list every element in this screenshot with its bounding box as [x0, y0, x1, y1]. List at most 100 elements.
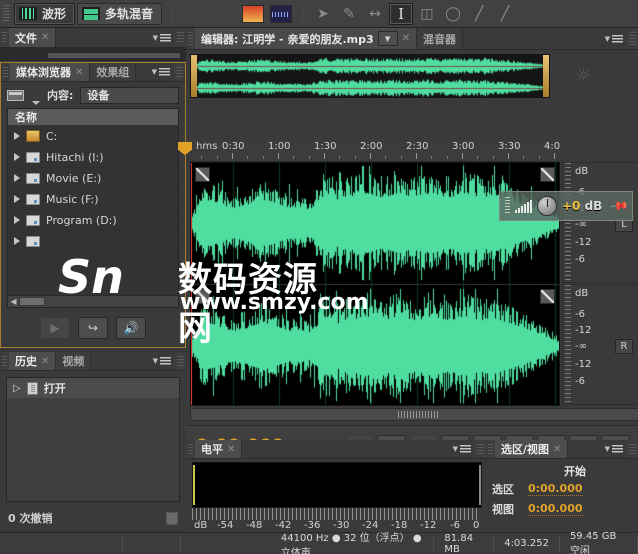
toolbar-grip[interactable]	[3, 4, 10, 23]
expand-channel-left-button[interactable]	[540, 167, 555, 182]
mode-waveform-button[interactable]: 波形	[14, 2, 76, 25]
media-browser-grip[interactable]	[3, 67, 8, 77]
import-button[interactable]: ↪	[78, 317, 108, 339]
close-icon[interactable]: ✕	[402, 33, 410, 44]
file-panel-scrollbar[interactable]	[48, 53, 180, 58]
expand-triangle-icon[interactable]	[14, 237, 20, 245]
pin-icon[interactable]: 📌	[609, 196, 629, 216]
db-scale-right: dB -6 -12 -∞ -12 -6 R	[562, 284, 638, 405]
spectral-pan-icon[interactable]	[270, 4, 293, 23]
close-icon[interactable]: ✕	[227, 444, 235, 455]
editor-right-grip[interactable]	[629, 32, 636, 45]
spectral-frequency-icon[interactable]	[242, 4, 265, 23]
tab-level[interactable]: 电平 ✕	[195, 440, 243, 458]
paintbrush-tool[interactable]: ╱	[467, 3, 491, 25]
panel-menu-button[interactable]: ▼	[453, 445, 471, 453]
razor-tool[interactable]: I	[389, 2, 414, 25]
expand-triangle-icon[interactable]	[14, 132, 20, 140]
expand-triangle-icon[interactable]	[14, 195, 20, 203]
waveform-overview[interactable]	[190, 54, 550, 98]
expand-triangle-icon[interactable]	[14, 153, 20, 161]
tab-selection-view[interactable]: 选区/视图 ✕	[495, 440, 569, 458]
chevron-down-icon[interactable]: ▼	[377, 31, 398, 46]
scrollbar-thumb[interactable]	[19, 297, 45, 306]
level-meter[interactable]	[192, 462, 482, 508]
eraser-tool[interactable]: ╱	[493, 3, 517, 25]
file-panel-right-grip[interactable]	[177, 32, 184, 43]
undo-count-label: 0 次撤销	[8, 512, 53, 525]
tab-media-browser[interactable]: 媒体浏览器 ✕	[10, 63, 91, 81]
channel-right-button[interactable]: R	[615, 339, 633, 354]
expand-channel-right-button[interactable]	[540, 289, 555, 304]
selection-right-grip[interactable]	[629, 444, 636, 454]
close-icon[interactable]: ✕	[41, 32, 49, 43]
list-item[interactable]: Program (D:)	[8, 210, 178, 231]
move-tool[interactable]: ➤	[311, 3, 335, 25]
history-list[interactable]: ▷ 打开	[6, 377, 180, 502]
selection-grip[interactable]	[488, 444, 493, 454]
view-start-field[interactable]: 0:00.000	[528, 502, 583, 516]
ruler-tick-minor	[216, 156, 218, 159]
tab-effects-rack[interactable]: 效果组	[90, 63, 137, 81]
zoom-out-full-icon[interactable]: ☼	[576, 66, 598, 86]
media-browser-hscrollbar[interactable]: ◀	[8, 295, 178, 307]
gain-hud[interactable]: +0 dB 📌	[499, 191, 633, 221]
scroll-left-icon[interactable]: ◀	[8, 296, 19, 307]
level-right-grip[interactable]	[477, 444, 484, 454]
marquee-tool[interactable]: ◫	[415, 3, 439, 25]
time-selection-tool[interactable]: ↔	[363, 3, 387, 25]
scrollbar-thumb-grip[interactable]	[398, 411, 438, 418]
expand-triangle-icon[interactable]	[14, 174, 20, 182]
tab-history[interactable]: 历史 ✕	[9, 352, 57, 370]
gain-knob-icon[interactable]	[537, 196, 557, 216]
tab-editor[interactable]: 编辑器: 江明学 - 亲爱的朋友.mp3 ▼ ✕	[195, 28, 418, 49]
timeline-ruler[interactable]: hms 0:30 1:00 1:30 2:00 2:30 3:00 3:30 4:0	[190, 140, 560, 162]
play-button[interactable]: ▶	[40, 317, 70, 339]
media-browser-right-grip[interactable]	[176, 67, 183, 77]
overview-handle-left[interactable]	[191, 55, 197, 97]
list-item[interactable]: Movie (E:)	[8, 168, 178, 189]
close-icon[interactable]: ✕	[553, 444, 561, 455]
history-grip[interactable]	[2, 356, 7, 366]
list-item[interactable]	[8, 231, 178, 252]
collapse-channel-right-button[interactable]	[195, 289, 210, 304]
expand-triangle-icon[interactable]	[14, 216, 20, 224]
trash-icon[interactable]	[166, 511, 178, 525]
ruler-tick-minor	[293, 156, 295, 159]
chevron-down-icon[interactable]	[32, 101, 40, 105]
slip-tool[interactable]: ✎	[337, 3, 361, 25]
panel-menu-button[interactable]: ▼	[605, 445, 623, 453]
list-item[interactable]: C:	[8, 126, 178, 147]
editor-grip[interactable]	[188, 32, 193, 45]
application-window: 波形 多轨混音 ➤ ✎ ↔ I ◫ ◯ ╱ ╱ 文件 ✕ ▼ 媒体浏览器 ✕ 效…	[0, 0, 638, 554]
hud-grip[interactable]	[505, 197, 510, 215]
selection-start-field[interactable]: 0:00.000	[528, 482, 583, 496]
lasso-tool[interactable]: ◯	[441, 3, 465, 25]
auto-play-button[interactable]: 🔊	[116, 317, 146, 339]
overview-handle-right[interactable]	[543, 55, 549, 97]
play-triangle-icon: ▷	[13, 382, 21, 394]
collapse-channel-left-button[interactable]	[195, 167, 210, 182]
waveform-hscrollbar[interactable]	[190, 408, 638, 421]
list-item[interactable]: Music (F:)	[8, 189, 178, 210]
view-mode-icon[interactable]	[7, 89, 24, 101]
content-select[interactable]: 设备	[80, 86, 179, 104]
panel-menu-button[interactable]: ▼	[152, 68, 170, 76]
level-grip[interactable]	[188, 444, 193, 454]
panel-menu-button[interactable]: ▼	[153, 357, 171, 365]
panel-menu-button[interactable]: ▼	[153, 33, 171, 42]
mode-multitrack-button[interactable]: 多轨混音	[77, 2, 163, 25]
ruler-tick	[462, 153, 463, 159]
history-right-grip[interactable]	[177, 356, 184, 366]
list-item[interactable]: Hitachi (I:)	[8, 147, 178, 168]
tab-file[interactable]: 文件 ✕	[9, 28, 57, 47]
close-icon[interactable]: ✕	[75, 67, 83, 78]
file-panel-grip[interactable]	[2, 32, 7, 43]
list-item[interactable]: ▷ 打开	[7, 378, 179, 398]
tab-video[interactable]: 视频	[56, 352, 92, 370]
tab-mixer[interactable]: 混音器	[417, 28, 464, 49]
close-icon[interactable]: ✕	[41, 356, 49, 367]
media-browser-list[interactable]: 名称 C: Hitachi (I:) Movie (E:) Music (F:)	[7, 108, 179, 308]
panel-menu-button[interactable]: ▼	[605, 34, 623, 43]
file-panel: 文件 ✕ ▼	[0, 28, 186, 62]
